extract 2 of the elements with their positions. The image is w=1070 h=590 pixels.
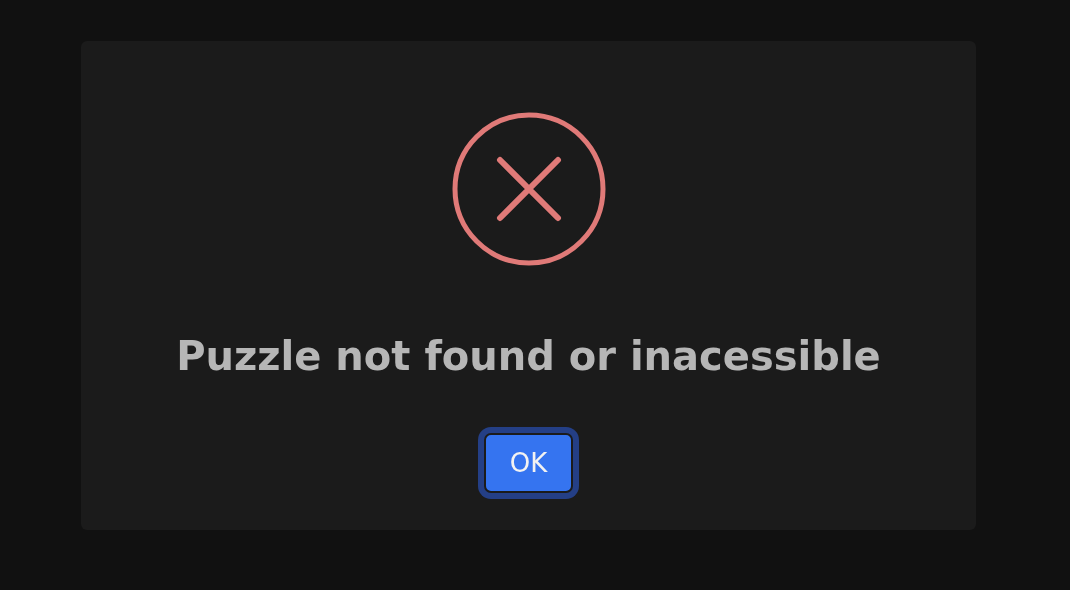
error-message: Puzzle not found or inacessible (176, 332, 881, 381)
error-icon (450, 111, 607, 267)
